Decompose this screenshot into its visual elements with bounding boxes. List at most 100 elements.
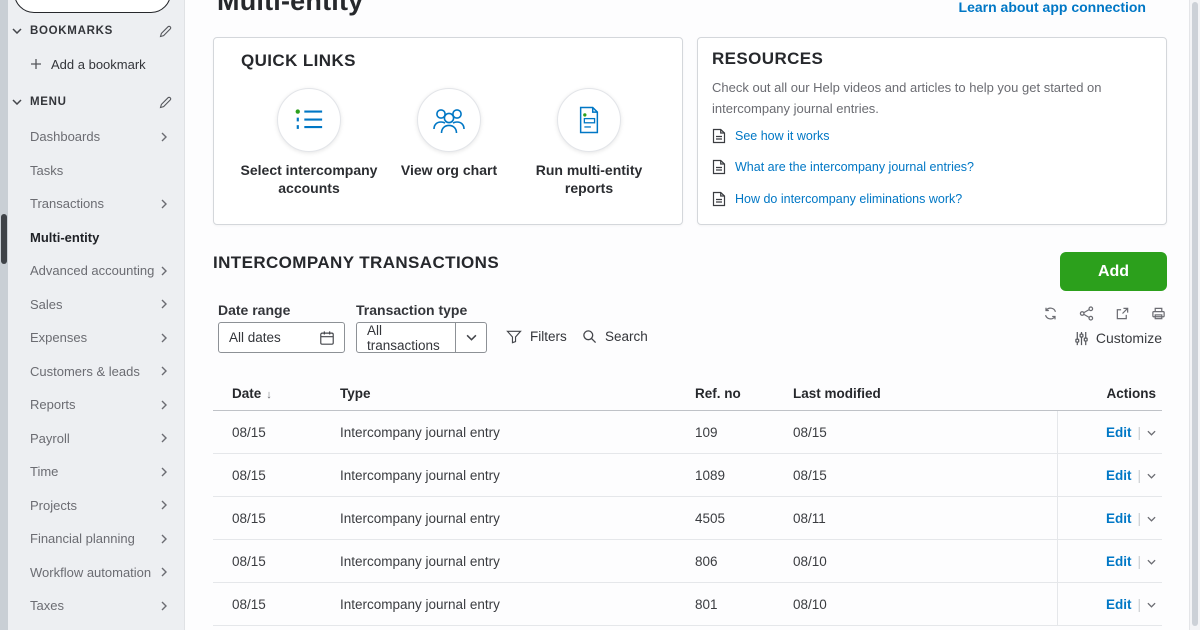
quick-link-view-org-chart[interactable]: View org chart — [378, 88, 520, 179]
cell-actions: Edit | — [1057, 411, 1162, 453]
sidebar-item-label: Payroll — [30, 431, 70, 446]
quick-links-title: QUICK LINKS — [241, 51, 356, 71]
cell-date: 08/15 — [213, 554, 340, 569]
org-chart-icon — [417, 88, 481, 152]
pencil-icon[interactable] — [159, 25, 172, 38]
sidebar-item-tasks[interactable]: Tasks — [0, 154, 184, 188]
chevron-right-icon — [161, 299, 167, 309]
export-icon[interactable] — [1115, 306, 1130, 321]
sidebar-item-financial-planning[interactable]: Financial planning — [0, 522, 184, 556]
edit-link[interactable]: Edit — [1106, 511, 1132, 526]
cell-last-modified: 08/15 — [785, 425, 1057, 440]
sidebar-item-label: Advanced accounting — [30, 263, 154, 278]
pencil-icon[interactable] — [159, 96, 172, 109]
resources-title: RESOURCES — [712, 49, 823, 69]
chevron-down-icon[interactable] — [12, 28, 22, 34]
sidebar-item-advanced-accounting[interactable]: Advanced accounting — [0, 254, 184, 288]
table-header-row: Date↓ Type Ref. no Last modified Actions — [213, 376, 1162, 411]
transaction-type-select[interactable]: All transactions — [356, 322, 487, 353]
add-bookmark-button[interactable]: Add a bookmark — [30, 55, 146, 73]
chevron-down-icon[interactable] — [12, 99, 22, 105]
cell-last-modified: 08/10 — [785, 554, 1057, 569]
sliders-icon — [1074, 331, 1089, 346]
accounts-list-icon — [277, 88, 341, 152]
column-header-date[interactable]: Date↓ — [213, 386, 340, 401]
cell-ref-no: 1089 — [695, 468, 785, 483]
add-bookmark-label: Add a bookmark — [51, 57, 146, 72]
cell-type: Intercompany journal entry — [340, 511, 695, 526]
cell-date: 08/15 — [213, 597, 340, 612]
page-scrollbar[interactable] — [1189, 0, 1200, 630]
cell-type: Intercompany journal entry — [340, 425, 695, 440]
date-range-label: Date range — [218, 302, 290, 318]
chevron-right-icon — [161, 467, 167, 477]
chevron-down-icon[interactable] — [1147, 514, 1156, 522]
sidebar-item-time[interactable]: Time — [0, 455, 184, 489]
chevron-right-icon — [161, 433, 167, 443]
main-content: Multi-entity Learn about app connection … — [185, 0, 1200, 630]
date-range-input[interactable]: All dates — [218, 322, 345, 353]
transaction-type-label: Transaction type — [356, 302, 467, 318]
sidebar-item-sales[interactable]: Sales — [0, 288, 184, 322]
chevron-right-icon — [161, 132, 167, 142]
resource-link-intercompany-journal-entries[interactable]: What are the intercompany journal entrie… — [712, 152, 1152, 184]
sidebar-item-label: Customers & leads — [30, 364, 140, 379]
search-button[interactable]: Search — [582, 329, 648, 344]
filters-button[interactable]: Filters — [506, 329, 567, 344]
chevron-down-icon[interactable] — [455, 323, 486, 352]
resources-panel: RESOURCES Check out all our Help videos … — [697, 37, 1167, 225]
menu-header-label: MENU — [30, 96, 67, 108]
chevron-down-icon[interactable] — [1147, 557, 1156, 565]
sidebar-item-dashboards[interactable]: Dashboards — [0, 120, 184, 154]
add-button[interactable]: Add — [1060, 252, 1167, 291]
learn-app-connection-link[interactable]: Learn about app connection — [959, 0, 1146, 15]
sidebar-item-payroll[interactable]: Payroll — [0, 422, 184, 456]
calendar-icon — [319, 330, 335, 346]
sidebar-item-reports[interactable]: Reports — [0, 388, 184, 422]
article-document-icon — [712, 128, 726, 144]
new-button[interactable]: New — [14, 0, 171, 13]
quick-link-run-multi-entity-reports[interactable]: Run multi-entity reports — [514, 88, 664, 198]
customize-button[interactable]: Customize — [1074, 330, 1162, 346]
edit-link[interactable]: Edit — [1106, 597, 1132, 612]
resources-description: Check out all our Help videos and articl… — [712, 78, 1150, 120]
sidebar-item-projects[interactable]: Projects — [0, 489, 184, 523]
sidebar-item-workflow-automation[interactable]: Workflow automation — [0, 556, 184, 590]
chevron-down-icon[interactable] — [1147, 428, 1156, 436]
resources-links: See how it works What are the intercompa… — [712, 120, 1152, 215]
share-icon[interactable] — [1079, 306, 1094, 321]
quick-link-label: View org chart — [378, 161, 520, 179]
sidebar-item-label: Taxes — [30, 598, 64, 613]
sidebar-item-transactions[interactable]: Transactions — [0, 187, 184, 221]
resource-link-label: How do intercompany eliminations work? — [735, 192, 962, 206]
chevron-down-icon[interactable] — [1147, 471, 1156, 479]
resource-link-see-how-it-works[interactable]: See how it works — [712, 120, 1152, 152]
sidebar-item-expenses[interactable]: Expenses — [0, 321, 184, 355]
edit-link[interactable]: Edit — [1106, 468, 1132, 483]
sidebar-item-label: Transactions — [30, 196, 104, 211]
sidebar-item-label: Dashboards — [30, 129, 100, 144]
resource-link-intercompany-eliminations[interactable]: How do intercompany eliminations work? — [712, 183, 1152, 215]
page-scrollbar-thumb[interactable] — [1192, 2, 1198, 626]
cell-ref-no: 801 — [695, 597, 785, 612]
divider: | — [1137, 511, 1141, 526]
sidebar-item-label: Reports — [30, 397, 76, 412]
sidebar-item-label: Multi-entity — [30, 230, 99, 245]
chevron-right-icon — [161, 266, 167, 276]
edit-link[interactable]: Edit — [1106, 425, 1132, 440]
sidebar-item-customers-leads[interactable]: Customers & leads — [0, 355, 184, 389]
sidebar-item-taxes[interactable]: Taxes — [0, 589, 184, 623]
cell-actions: Edit | — [1057, 540, 1162, 582]
cell-type: Intercompany journal entry — [340, 468, 695, 483]
search-icon — [582, 329, 597, 344]
sidebar-item-multi-entity[interactable]: Multi-entity — [0, 221, 184, 255]
refresh-icon[interactable] — [1043, 306, 1058, 321]
table-row: 08/15 Intercompany journal entry 4505 08… — [213, 497, 1162, 540]
quick-link-select-intercompany-accounts[interactable]: Select intercompany accounts — [234, 88, 384, 198]
new-button-label: New — [87, 0, 116, 1]
chevron-down-icon[interactable] — [1147, 600, 1156, 608]
table-row: 08/15 Intercompany journal entry 801 08/… — [213, 583, 1162, 626]
edit-link[interactable]: Edit — [1106, 554, 1132, 569]
print-icon[interactable] — [1151, 306, 1166, 321]
cell-type: Intercompany journal entry — [340, 554, 695, 569]
